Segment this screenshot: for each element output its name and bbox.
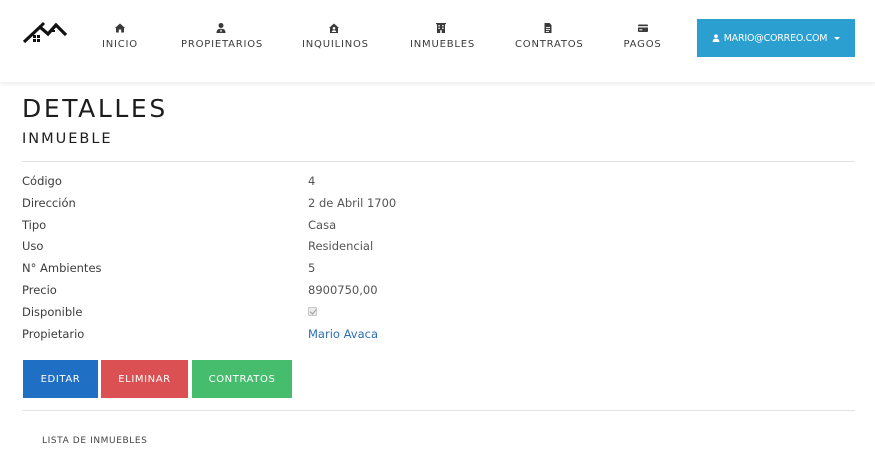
nav-inmuebles[interactable]: INMUEBLES <box>410 22 475 58</box>
detail-row-propietario: Propietario Mario Avaca <box>22 325 855 347</box>
house-logo-icon[interactable] <box>22 20 68 46</box>
delete-button[interactable]: ELIMINAR <box>101 360 188 398</box>
detail-row-uso: Uso Residencial <box>22 237 855 259</box>
detail-label: Propietario <box>22 326 85 341</box>
credit-card-icon <box>637 24 648 32</box>
user-menu-button[interactable]: MARIO@CORREO.COM <box>697 19 855 57</box>
user-tie-icon <box>216 23 225 33</box>
detail-row-direccion: Dirección 2 de Abril 1700 <box>22 194 855 216</box>
detail-row-disponible: Disponible <box>22 303 855 325</box>
chevron-down-icon <box>834 36 841 40</box>
detail-label: Disponible <box>22 304 83 319</box>
details-list: Código 4 Dirección 2 de Abril 1700 Tipo … <box>22 172 855 346</box>
contracts-button[interactable]: CONTRATOS <box>192 360 292 398</box>
back-to-list-link[interactable]: LISTA DE INMUEBLES <box>42 436 148 446</box>
detail-row-precio: Precio 8900750,00 <box>22 281 855 303</box>
detail-label: N° Ambientes <box>22 261 102 276</box>
detail-label: Precio <box>22 282 57 297</box>
nav-pagos[interactable]: PAGOS <box>622 22 663 58</box>
detail-label: Tipo <box>22 217 47 232</box>
detail-label: Código <box>22 174 62 188</box>
detail-value: 8900750,00 <box>308 282 378 297</box>
nav-pagos-label: PAGOS <box>623 39 662 50</box>
nav-contratos[interactable]: CONTRATOS <box>515 22 584 58</box>
divider <box>22 410 855 411</box>
nav-inicio[interactable]: INICIO <box>100 22 140 58</box>
disponible-checkbox <box>308 306 317 316</box>
detail-label: Uso <box>22 239 44 254</box>
page-title: DETALLES <box>22 94 168 123</box>
detail-row-codigo: Código 4 <box>22 172 855 194</box>
nav-inquilinos[interactable]: INQUILINOS <box>302 22 369 58</box>
detail-row-tipo: Tipo Casa <box>22 216 855 238</box>
user-email-label: MARIO@CORREO.COM <box>723 32 828 44</box>
detail-value: Residencial <box>308 239 374 254</box>
file-icon <box>544 23 552 33</box>
house-user-icon <box>329 23 339 33</box>
nav-inquilinos-label: INQUILINOS <box>302 39 369 50</box>
nav-contratos-label: CONTRATOS <box>515 39 584 50</box>
nav-inmuebles-label: INMUEBLES <box>410 39 475 50</box>
top-navbar: INICIO PROPIETARIOS INQUILINOS INMUEBLES <box>0 0 875 82</box>
building-icon <box>436 23 446 33</box>
detail-label: Dirección <box>22 195 76 210</box>
detail-row-ambientes: N° Ambientes 5 <box>22 259 855 281</box>
detail-value: 4 <box>308 174 316 188</box>
nav-propietarios[interactable]: PROPIETARIOS <box>181 22 264 58</box>
home-icon <box>115 23 125 33</box>
propietario-link[interactable]: Mario Avaca <box>308 327 378 341</box>
detail-value: Casa <box>308 217 337 232</box>
detail-value: 2 de Abril 1700 <box>308 195 397 210</box>
detail-value: 5 <box>308 261 316 276</box>
edit-button[interactable]: EDITAR <box>23 360 98 398</box>
user-icon <box>712 34 720 42</box>
page-subtitle: INMUEBLE <box>22 131 113 147</box>
nav-propietarios-label: PROPIETARIOS <box>181 39 264 50</box>
divider <box>22 161 855 162</box>
nav-inicio-label: INICIO <box>102 39 138 50</box>
